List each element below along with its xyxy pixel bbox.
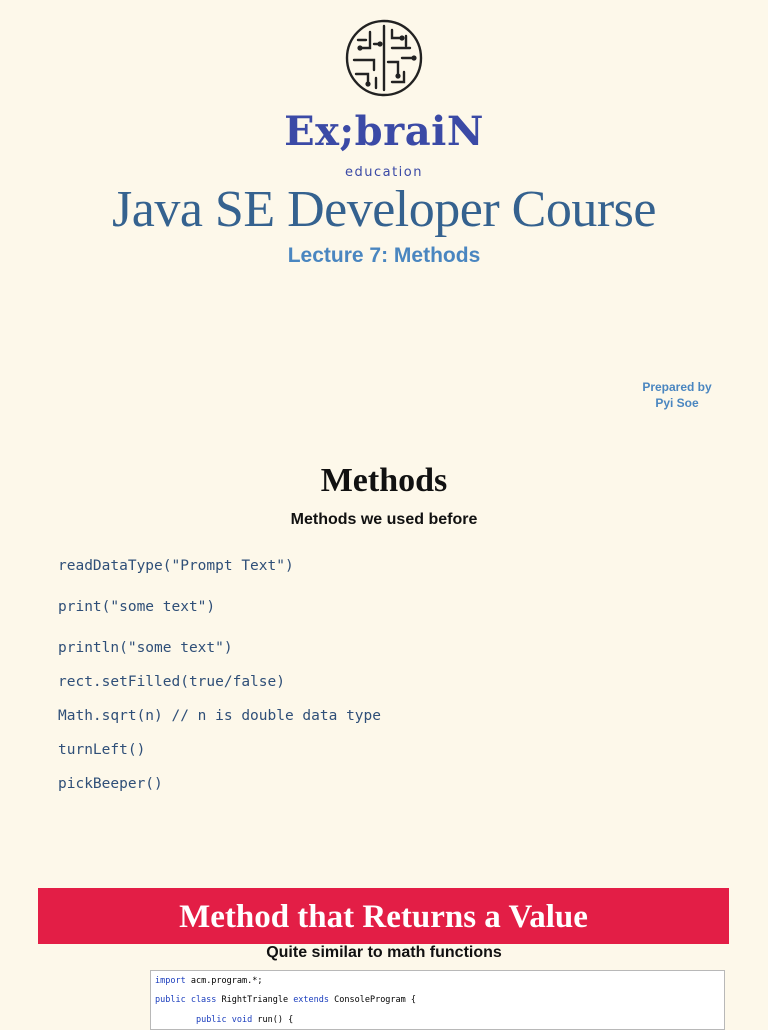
method-item: Math.sqrt(n) // n is double data type — [58, 708, 382, 724]
methods-subheading: Methods we used before — [290, 511, 478, 528]
returns-heading: Method that Returns a Value — [179, 899, 588, 935]
author-name: Pyi Soe — [655, 396, 699, 410]
code-text: ConsoleProgram { — [329, 995, 417, 1005]
code-snippet: import acm.program.*; public class Right… — [150, 970, 725, 1030]
returns-banner: Method that Returns a Value — [38, 888, 729, 944]
code-text: RightTriangle — [216, 995, 294, 1005]
methods-heading: Methods — [320, 462, 448, 499]
course-title: Java SE Developer Course — [112, 181, 656, 238]
method-item: readDataType("Prompt Text") — [58, 558, 294, 574]
code-line: public class RightTriangle extends Conso… — [155, 995, 416, 1005]
code-text: acm.program.*; — [185, 976, 263, 986]
brand-name: Ex;braiN — [284, 108, 484, 155]
code-keyword: extends — [293, 995, 330, 1005]
prepared-label: Prepared by — [642, 380, 712, 394]
method-item: turnLeft() — [58, 742, 146, 758]
method-item: pickBeeper() — [58, 776, 163, 792]
method-item: print("some text") — [58, 599, 216, 615]
returns-subheading: Quite similar to math functions — [266, 944, 502, 961]
lecture-title: Lecture 7: Methods — [287, 244, 481, 267]
method-item: rect.setFilled(true/false) — [58, 674, 285, 690]
code-keyword: public class — [155, 995, 217, 1005]
method-item: println("some text") — [58, 640, 233, 656]
code-line: import acm.program.*; — [155, 976, 262, 986]
prepared-by: Prepared by Pyi Soe — [630, 379, 724, 411]
code-keyword: import — [155, 976, 186, 986]
brand-tagline: education — [344, 165, 423, 180]
circuit-brain-icon — [345, 19, 423, 97]
